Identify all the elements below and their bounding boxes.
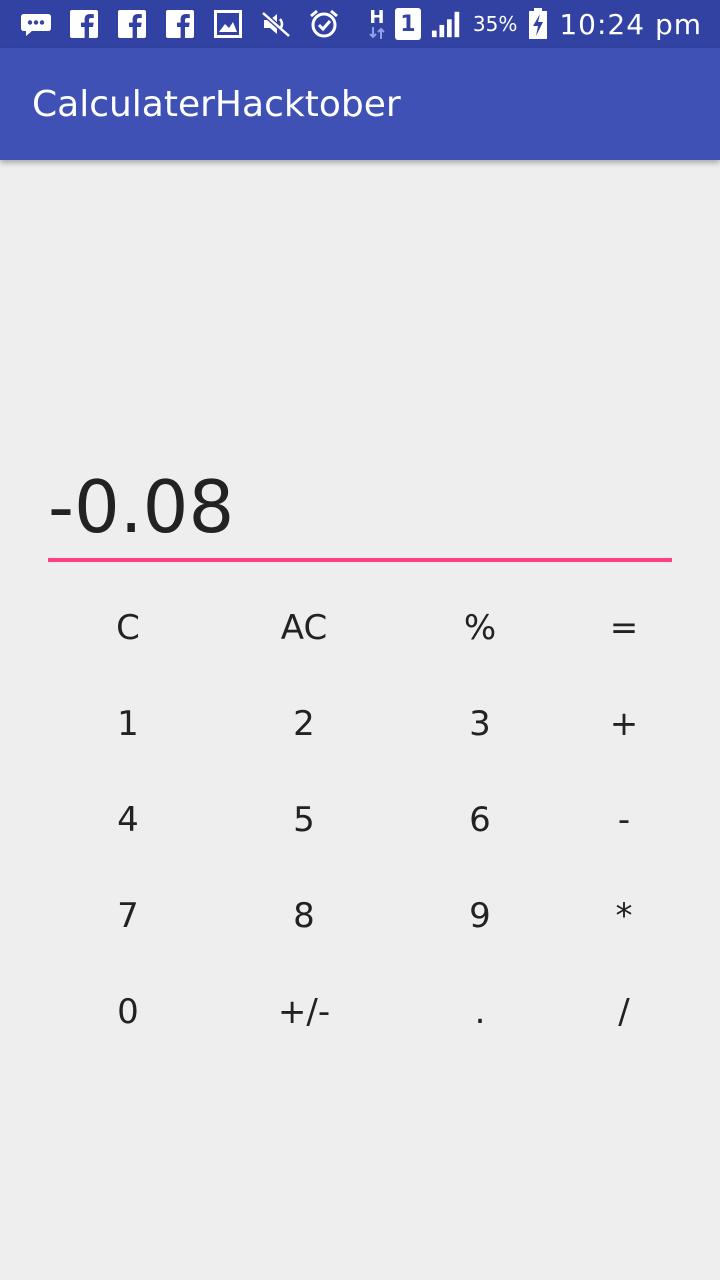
keypad: C AC % = 1 2 3 + 4 5 6 - 7 8 9 * 0 +/- .…: [40, 580, 680, 1060]
keypad-row: 7 8 9 *: [40, 868, 680, 964]
equals-button[interactable]: =: [568, 580, 680, 676]
facebook-icon: [68, 8, 100, 40]
sim-1-icon: 1: [394, 8, 421, 40]
digit-4-button[interactable]: 4: [40, 772, 216, 868]
app-title: CalculaterHacktober: [32, 84, 401, 125]
digit-8-button[interactable]: 8: [216, 868, 392, 964]
subtract-button[interactable]: -: [568, 772, 680, 868]
digit-5-button[interactable]: 5: [216, 772, 392, 868]
keypad-row: 0 +/- . /: [40, 964, 680, 1060]
sim-slot-label: 1: [400, 11, 416, 37]
keypad-row: 1 2 3 +: [40, 676, 680, 772]
digit-1-button[interactable]: 1: [40, 676, 216, 772]
digit-6-button[interactable]: 6: [392, 772, 568, 868]
facebook-icon: [164, 8, 196, 40]
network-type-label: H: [369, 7, 385, 28]
messages-icon: [20, 8, 52, 40]
percent-button[interactable]: %: [392, 580, 568, 676]
clear-button[interactable]: C: [40, 580, 216, 676]
facebook-icon: [116, 8, 148, 40]
notification-icons: [20, 8, 340, 40]
digit-0-button[interactable]: 0: [40, 964, 216, 1060]
divide-button[interactable]: /: [568, 964, 680, 1060]
keypad-row: 4 5 6 -: [40, 772, 680, 868]
display-value: -0.08: [48, 465, 235, 549]
battery-percent: 35%: [472, 12, 518, 36]
keypad-row: C AC % =: [40, 580, 680, 676]
display-underline: [48, 558, 672, 562]
status-bar: H 1 35% 10:24 pm: [0, 0, 720, 48]
mute-icon: [260, 8, 292, 40]
digit-9-button[interactable]: 9: [392, 868, 568, 964]
all-clear-button[interactable]: AC: [216, 580, 392, 676]
multiply-button[interactable]: *: [568, 868, 680, 964]
system-icons: H 1 35% 10:24 pm: [369, 6, 702, 42]
digit-7-button[interactable]: 7: [40, 868, 216, 964]
digit-2-button[interactable]: 2: [216, 676, 392, 772]
data-hplus-icon: H: [369, 9, 385, 39]
clock: 10:24 pm: [559, 7, 702, 41]
decimal-point-button[interactable]: .: [392, 964, 568, 1060]
add-button[interactable]: +: [568, 676, 680, 772]
gallery-icon: [212, 8, 244, 40]
battery-charging-icon: [527, 8, 549, 40]
toggle-sign-button[interactable]: +/-: [216, 964, 392, 1060]
app-bar: CalculaterHacktober: [0, 48, 720, 160]
calculator-display[interactable]: -0.08: [48, 462, 672, 562]
signal-icon: [431, 8, 463, 40]
alarm-icon: [308, 8, 340, 40]
digit-3-button[interactable]: 3: [392, 676, 568, 772]
